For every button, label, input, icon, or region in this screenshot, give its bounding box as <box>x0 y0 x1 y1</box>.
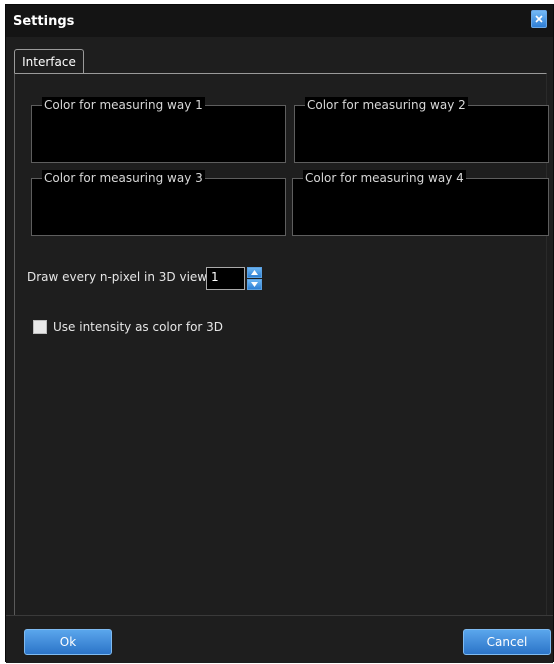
draw-pixel-spinbox: 1 <box>206 267 262 290</box>
color-group-way-3[interactable]: Color for measuring way 3 <box>31 170 286 236</box>
color-group-label: Color for measuring way 1 <box>42 97 205 113</box>
tab-interface[interactable]: Interface <box>14 49 84 74</box>
window-title: Settings <box>13 14 75 29</box>
color-group-way-2[interactable]: Color for measuring way 2 <box>294 97 549 163</box>
title-bar: Settings <box>6 5 553 37</box>
color-group-way-1[interactable]: Color for measuring way 1 <box>31 97 286 163</box>
ok-button[interactable]: Ok <box>24 629 112 655</box>
tab-label: Interface <box>22 55 76 69</box>
cancel-button[interactable]: Cancel <box>463 629 551 655</box>
close-button[interactable] <box>531 10 547 28</box>
settings-window: Settings Interface Color for measuring w… <box>5 4 554 663</box>
close-icon <box>535 15 543 23</box>
color-group-way-4[interactable]: Color for measuring way 4 <box>292 170 549 236</box>
tab-strip: Interface <box>14 49 547 74</box>
color-group-label: Color for measuring way 2 <box>305 97 468 113</box>
spin-down-button[interactable] <box>247 279 262 290</box>
intensity-label: Use intensity as color for 3D <box>53 320 224 334</box>
interface-panel: Color for measuring way 1 Color for meas… <box>14 73 549 615</box>
draw-pixel-label: Draw every n-pixel in 3D view <box>27 270 208 284</box>
spin-up-button[interactable] <box>247 267 262 278</box>
ok-button-label: Ok <box>59 635 77 649</box>
intensity-checkbox[interactable] <box>33 320 47 334</box>
dialog-footer: Ok Cancel <box>6 615 553 663</box>
color-group-label: Color for measuring way 4 <box>303 170 466 186</box>
color-group-label: Color for measuring way 3 <box>42 170 205 186</box>
arrow-up-icon <box>251 270 258 275</box>
cancel-button-label: Cancel <box>486 635 528 649</box>
draw-pixel-input[interactable]: 1 <box>206 267 245 290</box>
arrow-down-icon <box>251 282 258 287</box>
